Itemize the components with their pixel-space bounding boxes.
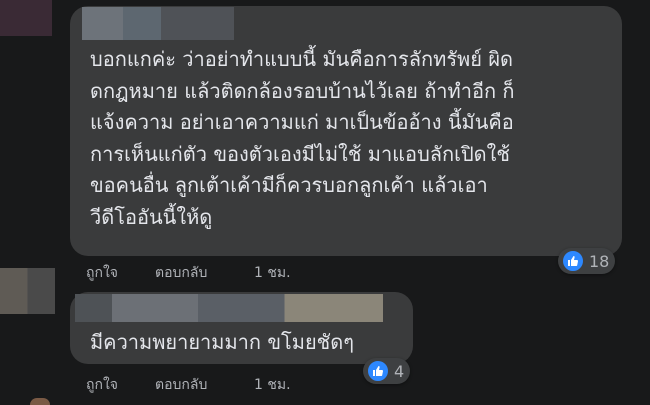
reaction-count: 18 (589, 251, 610, 271)
like-icon (366, 359, 390, 383)
commenter-name-redacted[interactable] (82, 7, 234, 40)
like-link[interactable]: ถูกใจ (86, 262, 118, 284)
reply-avatar[interactable] (0, 268, 55, 314)
like-icon (561, 249, 585, 273)
reaction-summary[interactable]: 18 (558, 248, 616, 274)
comment-text: บอกแกค่ะ ว่าอย่าทำแบบนี้ มันคือการลักทรั… (90, 47, 515, 229)
reaction-summary[interactable]: 4 (363, 358, 411, 384)
timestamp[interactable]: 1 ชม. (254, 262, 291, 284)
commenter-avatar[interactable] (0, 0, 52, 36)
reply-link[interactable]: ตอบกลับ (155, 374, 207, 396)
like-link[interactable]: ถูกใจ (86, 374, 118, 396)
reply-link[interactable]: ตอบกลับ (155, 262, 207, 284)
timestamp[interactable]: 1 ชม. (254, 374, 291, 396)
reaction-count: 4 (394, 361, 405, 381)
reply-text: มีความพยายามมาก ขโมยชัดๆ (90, 330, 354, 354)
next-avatar[interactable] (30, 398, 50, 405)
reply-commenter-name-redacted[interactable] (75, 294, 383, 322)
